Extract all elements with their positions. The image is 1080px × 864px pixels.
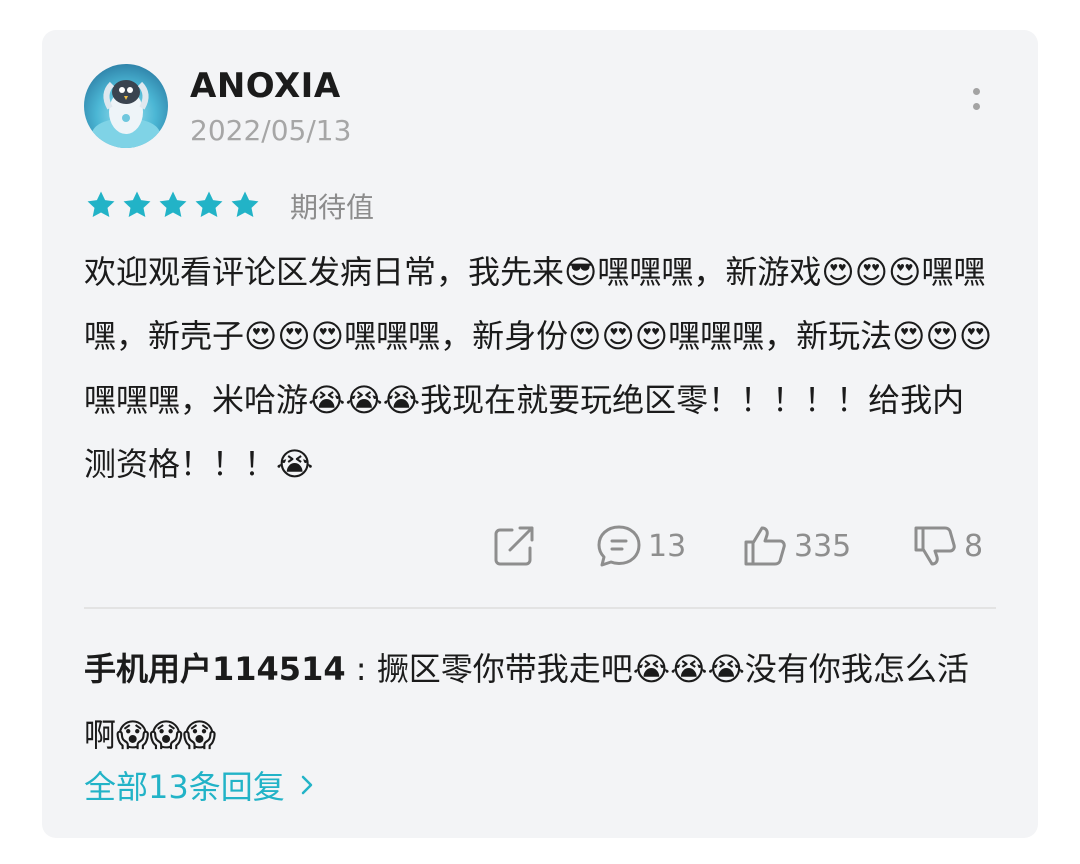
review-date: 2022/05/13: [190, 114, 352, 147]
thumbs-up-icon: [744, 526, 786, 566]
review-text: 欢迎观看评论区发病日常，我先来😎嘿嘿嘿，新游戏😍😍😍嘿嘿嘿，新壳子😍😍😍嘿嘿嘿，…: [84, 253, 993, 483]
divider: [84, 607, 996, 609]
like-button[interactable]: 335: [740, 518, 851, 574]
thumbs-down-icon: [914, 526, 956, 566]
all-replies-label: 全部13条回复: [84, 768, 285, 806]
comments-count: 13: [648, 528, 687, 564]
rating-label: 期待值: [290, 191, 375, 224]
star-icon: [123, 191, 151, 218]
likes-count: 335: [794, 528, 852, 564]
comments-button[interactable]: 13: [594, 518, 686, 574]
dislikes-count: 8: [964, 528, 984, 564]
more-options-icon[interactable]: [964, 88, 988, 128]
star-icon: [231, 191, 259, 218]
username[interactable]: ANOXIA: [190, 66, 341, 106]
share-button[interactable]: [490, 518, 538, 574]
review-card: ANOXIA 2022/05/13 期待值 欢迎观看评论区发病日常，我先来😎嘿嘿…: [42, 30, 1038, 838]
all-replies-link[interactable]: 全部13条回复: [84, 762, 315, 808]
star-icon: [87, 191, 115, 218]
reply-username[interactable]: 手机用户114514: [84, 650, 346, 688]
share-icon: [494, 526, 534, 566]
comment-icon: [597, 525, 641, 567]
avatar-image: [92, 80, 160, 148]
star-icon: [195, 191, 223, 218]
dislike-button[interactable]: 8: [910, 518, 983, 574]
user-avatar[interactable]: [84, 64, 168, 148]
reply-item: 手机用户114514 : 撅区零你带我走吧😭😭😭没有你我怎么活啊😱😱😱: [84, 636, 994, 768]
chevron-right-icon: [301, 775, 312, 795]
reply-separator: :: [355, 650, 367, 688]
star-rating: [84, 188, 262, 222]
star-icon: [159, 191, 187, 218]
